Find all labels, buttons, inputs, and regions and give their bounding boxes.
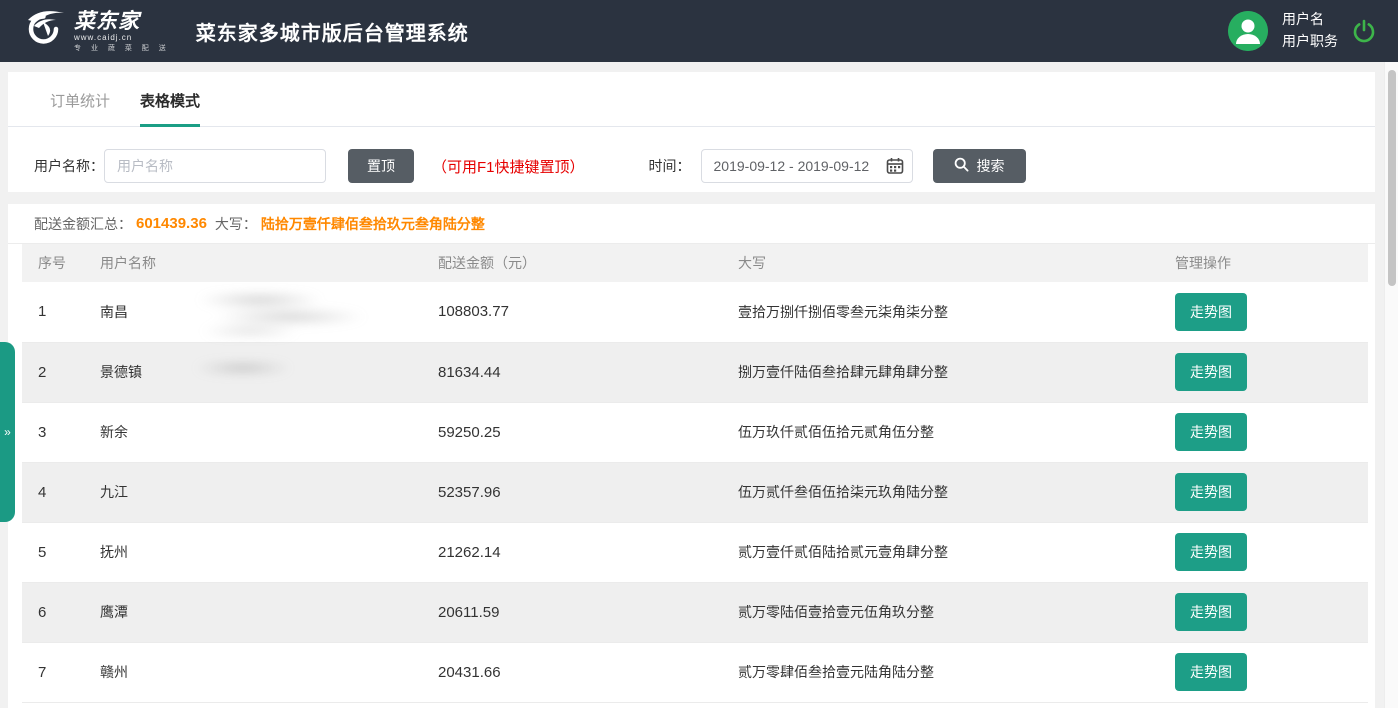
cell-amount: 20431.66	[422, 642, 722, 702]
shortcut-hint: （可用F1快捷键置顶）	[432, 156, 585, 177]
cell-capital: 贰万壹仟贰佰陆拾贰元壹角肆分整	[722, 522, 1159, 582]
summary-total-value: 601439.36	[136, 215, 207, 232]
cell-capital: 贰万零陆佰壹拾壹元伍角玖分整	[722, 582, 1159, 642]
filter-panel: 订单统计 表格模式 用户名称： 置顶 （可用F1快捷键置顶） 时间：	[8, 72, 1375, 192]
col-header-username: 用户名称	[84, 244, 422, 282]
city-name: 抚州	[100, 544, 128, 560]
cell-amount: 81634.44	[422, 342, 722, 402]
pin-top-button[interactable]: 置顶	[348, 149, 414, 183]
trend-chart-button[interactable]: 走势图	[1175, 293, 1247, 331]
tab-table-mode[interactable]: 表格模式	[140, 90, 200, 127]
redacted-text	[180, 288, 380, 336]
city-name: 景德镇	[100, 364, 142, 380]
delivery-table: 序号 用户名称 配送金额（元） 大写 管理操作 1 南昌 108803.77 壹…	[22, 244, 1368, 703]
trend-chart-button[interactable]: 走势图	[1175, 353, 1247, 391]
trend-chart-button[interactable]: 走势图	[1175, 413, 1247, 451]
summary-capital-value: 陆拾万壹仟肆佰叁拾玖元叁角陆分整	[261, 214, 485, 234]
table-row: 4 九江 52357.96 伍万贰仟叁佰伍拾柒元玖角陆分整 走势图	[22, 462, 1368, 522]
city-name: 新余	[100, 424, 128, 440]
cell-amount: 59250.25	[422, 402, 722, 462]
username-input[interactable]	[104, 149, 326, 183]
table-row: 1 南昌 108803.77 壹拾万捌仟捌佰零叁元柒角柒分整 走势图	[22, 282, 1368, 342]
cell-index: 6	[22, 582, 84, 642]
user-name: 用户名	[1282, 9, 1338, 31]
vertical-scrollbar[interactable]	[1384, 62, 1398, 708]
app-logo: 菜东家 www.caidj.cn 专 业 蔬 菜 配 送	[22, 8, 170, 55]
trend-chart-button[interactable]: 走势图	[1175, 473, 1247, 511]
cell-username: 九江	[84, 462, 422, 522]
cell-index: 4	[22, 462, 84, 522]
logo-brand: 菜东家	[74, 11, 170, 32]
table-row: 7 赣州 20431.66 贰万零肆佰叁拾壹元陆角陆分整 走势图	[22, 642, 1368, 702]
search-button-label: 搜索	[977, 156, 1005, 176]
cell-username: 抚州	[84, 522, 422, 582]
table-row: 6 鹰潭 20611.59 贰万零陆佰壹拾壹元伍角玖分整 走势图	[22, 582, 1368, 642]
city-name: 九江	[100, 484, 128, 500]
sidebar-expand-toggle[interactable]: »	[0, 342, 15, 522]
city-name: 南昌	[100, 304, 128, 320]
cell-index: 2	[22, 342, 84, 402]
cell-index: 5	[22, 522, 84, 582]
cell-index: 1	[22, 282, 84, 342]
cell-username: 赣州	[84, 642, 422, 702]
city-name: 鹰潭	[100, 604, 128, 620]
logo-swirl-icon	[22, 8, 68, 55]
app-header: 菜东家 www.caidj.cn 专 业 蔬 菜 配 送 菜东家多城市版后台管理…	[0, 0, 1398, 62]
tab-order-stats[interactable]: 订单统计	[50, 90, 110, 126]
col-header-amount: 配送金额（元）	[422, 244, 722, 282]
table-row: 3 新余 59250.25 伍万玖仟贰佰伍拾元贰角伍分整 走势图	[22, 402, 1368, 462]
summary-total-label: 配送金额汇总：	[34, 214, 132, 234]
col-header-index: 序号	[22, 244, 84, 282]
date-range-input[interactable]	[701, 149, 913, 183]
col-header-actions: 管理操作	[1159, 244, 1368, 282]
avatar[interactable]	[1228, 11, 1268, 51]
cell-capital: 伍万玖仟贰佰伍拾元贰角伍分整	[722, 402, 1159, 462]
chevron-double-right-icon: »	[4, 425, 11, 439]
search-button[interactable]: 搜索	[933, 149, 1026, 183]
table-row: 5 抚州 21262.14 贰万壹仟贰佰陆拾贰元壹角肆分整 走势图	[22, 522, 1368, 582]
trend-chart-button[interactable]: 走势图	[1175, 593, 1247, 631]
summary-capital-label: 大写：	[215, 214, 257, 234]
user-role: 用户职务	[1282, 31, 1338, 53]
table-header-row: 序号 用户名称 配送金额（元） 大写 管理操作	[22, 244, 1368, 282]
cell-amount: 21262.14	[422, 522, 722, 582]
scrollbar-thumb[interactable]	[1388, 70, 1396, 286]
trend-chart-button[interactable]: 走势图	[1175, 533, 1247, 571]
col-header-capital: 大写	[722, 244, 1159, 282]
cell-username: 南昌	[84, 282, 422, 342]
cell-username: 鹰潭	[84, 582, 422, 642]
tab-bar: 订单统计 表格模式	[8, 72, 1375, 127]
cell-amount: 108803.77	[422, 282, 722, 342]
search-icon	[954, 157, 969, 175]
logout-power-icon[interactable]	[1352, 19, 1376, 43]
cell-capital: 贰万零肆佰叁拾壹元陆角陆分整	[722, 642, 1159, 702]
cell-index: 7	[22, 642, 84, 702]
cell-capital: 捌万壹仟陆佰叁拾肆元肆角肆分整	[722, 342, 1159, 402]
trend-chart-button[interactable]: 走势图	[1175, 653, 1247, 691]
cell-capital: 壹拾万捌仟捌佰零叁元柒角柒分整	[722, 282, 1159, 342]
redacted-text	[180, 355, 320, 381]
logo-text: 菜东家 www.caidj.cn 专 业 蔬 菜 配 送	[74, 11, 170, 52]
city-name: 赣州	[100, 664, 128, 680]
table-panel: 配送金额汇总： 601439.36 大写： 陆拾万壹仟肆佰叁拾玖元叁角陆分整 序…	[8, 204, 1375, 708]
cell-capital: 伍万贰仟叁佰伍拾柒元玖角陆分整	[722, 462, 1159, 522]
user-meta: 用户名 用户职务	[1282, 9, 1338, 52]
cell-username: 新余	[84, 402, 422, 462]
summary-bar: 配送金额汇总： 601439.36 大写： 陆拾万壹仟肆佰叁拾玖元叁角陆分整	[8, 204, 1375, 244]
cell-index: 3	[22, 402, 84, 462]
cell-amount: 52357.96	[422, 462, 722, 522]
logo-slogan: 专 业 蔬 菜 配 送	[74, 45, 170, 52]
cell-username: 景德镇	[84, 342, 422, 402]
table-row: 2 景德镇 81634.44 捌万壹仟陆佰叁拾肆元肆角肆分整 走势图	[22, 342, 1368, 402]
cell-amount: 20611.59	[422, 582, 722, 642]
page-title: 菜东家多城市版后台管理系统	[196, 17, 469, 46]
time-label: 时间：	[649, 156, 691, 176]
username-label: 用户名称：	[34, 156, 104, 176]
logo-url: www.caidj.cn	[74, 34, 170, 42]
